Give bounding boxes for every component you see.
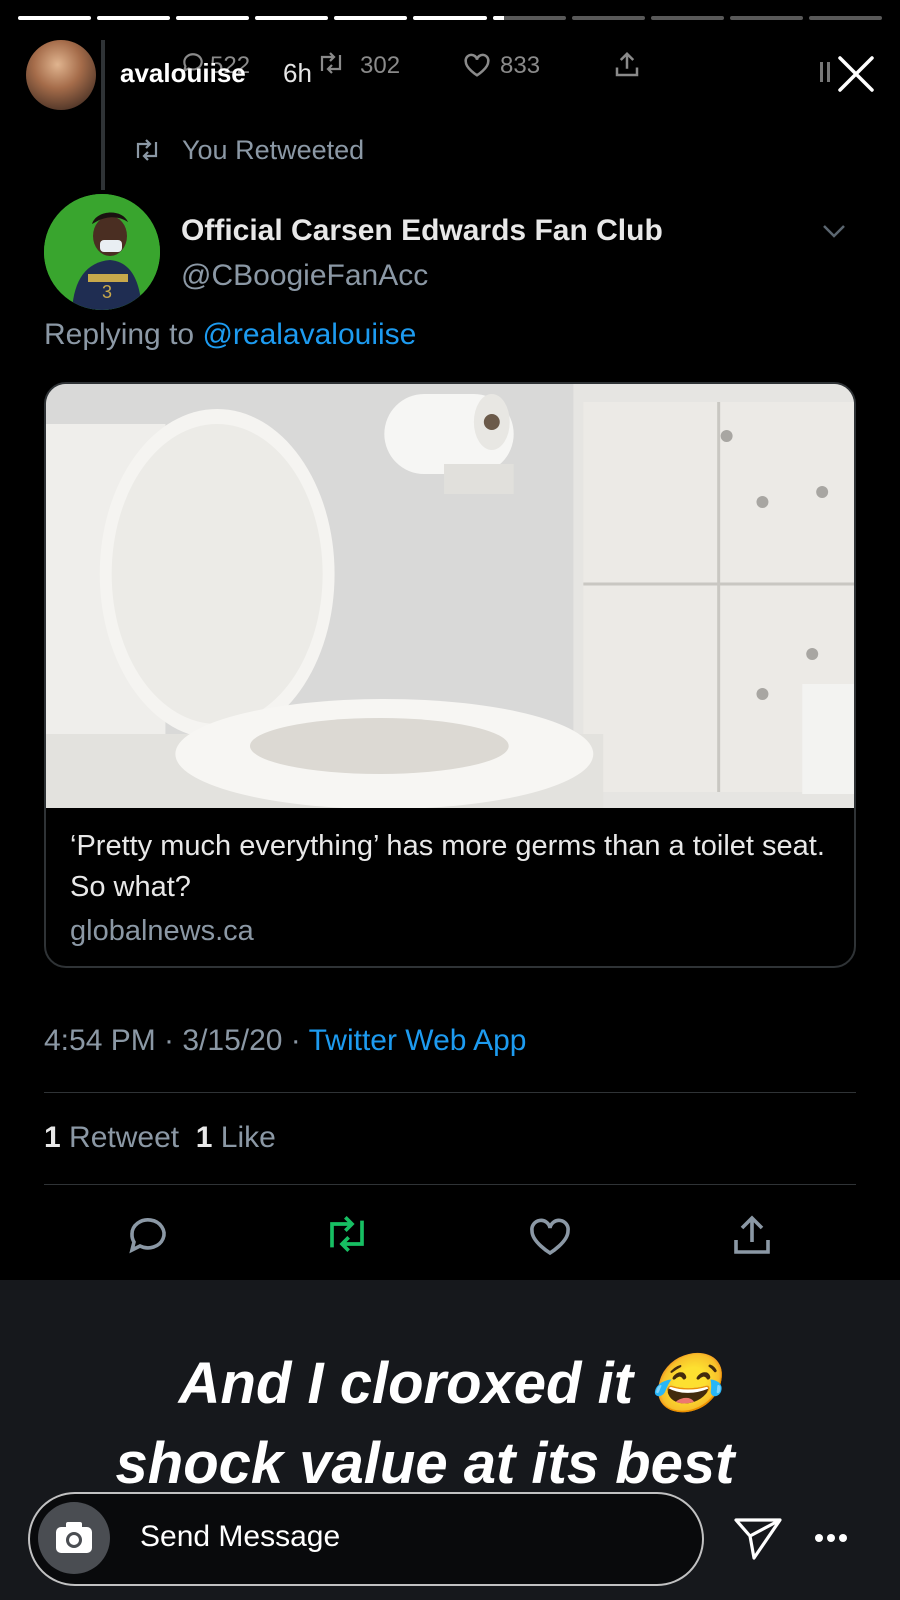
heart-icon [530, 1218, 570, 1256]
share-icon [734, 1215, 770, 1254]
reply-icon [129, 1218, 166, 1254]
send-button[interactable] [730, 1510, 786, 1566]
like-count-label[interactable]: Like [221, 1121, 276, 1154]
retweet-icon [136, 139, 158, 161]
more-button[interactable] [806, 1520, 856, 1556]
progress-segment [808, 16, 883, 20]
retweet-icon [330, 1216, 364, 1252]
progress-fill [492, 16, 504, 20]
story-time: 6h [283, 58, 312, 88]
like-count[interactable]: 1 [196, 1121, 213, 1154]
send-icon [734, 1518, 782, 1560]
retweet-button[interactable] [322, 1212, 370, 1260]
progress-segment [97, 16, 171, 20]
avatar[interactable] [26, 40, 96, 110]
replying-mention[interactable]: @realavalouiise [202, 318, 416, 351]
divider [44, 1092, 856, 1093]
timestamp-text: 4:54 PM · 3/15/20 · [44, 1024, 309, 1057]
retweet-count[interactable]: 1 [44, 1121, 61, 1154]
progress-segment [413, 16, 487, 20]
progress-segment [729, 16, 803, 20]
message-placeholder[interactable]: Send Message [140, 1520, 340, 1554]
reply-button[interactable] [124, 1212, 172, 1260]
progress-segment [334, 16, 408, 20]
progress-fill [255, 16, 329, 20]
camera-button[interactable] [38, 1502, 110, 1574]
retweet-count-label[interactable]: Retweet [69, 1121, 179, 1154]
progress-segment [650, 16, 724, 20]
share-button[interactable] [728, 1212, 776, 1260]
card-title: ‘Pretty much everything’ has more germs … [70, 830, 825, 903]
story-progress [18, 16, 883, 20]
card-image [46, 384, 854, 808]
progress-segment [176, 16, 250, 20]
camera-icon [56, 1522, 92, 1553]
progress-fill [97, 16, 171, 20]
close-icon [838, 56, 874, 92]
tweet-counts: 1 Retweet 1 Like [44, 1121, 276, 1155]
like-button[interactable] [526, 1212, 574, 1260]
tweet-menu-button[interactable] [820, 220, 848, 245]
story-username[interactable]: avalouiise [120, 58, 246, 89]
progress-segment [492, 16, 566, 20]
progress-segment [255, 16, 329, 20]
progress-fill [176, 16, 250, 20]
card-body: ‘Pretty much everything’ has more germs … [46, 808, 854, 966]
close-button[interactable] [832, 50, 880, 98]
retweet-label: You Retweeted [182, 135, 365, 165]
card-domain: globalnews.ca [70, 915, 254, 947]
player-photo: 3 [44, 194, 160, 310]
chevron-down-icon [823, 225, 845, 238]
author-handle[interactable]: @CBoogieFanAcc [181, 259, 428, 293]
tweet-timestamp: 4:54 PM · 3/15/20 · Twitter Web App [44, 1024, 527, 1058]
link-card[interactable]: ‘Pretty much everything’ has more germs … [44, 382, 856, 968]
progress-fill [413, 16, 487, 20]
progress-segment [18, 16, 92, 20]
divider [44, 1184, 856, 1185]
progress-fill [18, 16, 92, 20]
message-input[interactable] [28, 1492, 704, 1586]
svg-text:3: 3 [102, 282, 112, 302]
story-header: avalouiise 6h [24, 38, 880, 110]
replying-to: Replying to @realavalouiise [44, 318, 416, 352]
author-avatar[interactable]: 3 [44, 194, 160, 310]
more-icon [815, 1534, 847, 1542]
progress-fill [334, 16, 408, 20]
caption-line-2: shock value at its best [115, 1431, 735, 1496]
author-name[interactable]: Official Carsen Edwards Fan Club [181, 214, 663, 248]
caption-line-1: And I cloroxed it 😂 [178, 1351, 722, 1416]
replying-prefix: Replying to [44, 318, 195, 351]
progress-segment [571, 16, 645, 20]
tweet-source[interactable]: Twitter Web App [309, 1024, 527, 1057]
